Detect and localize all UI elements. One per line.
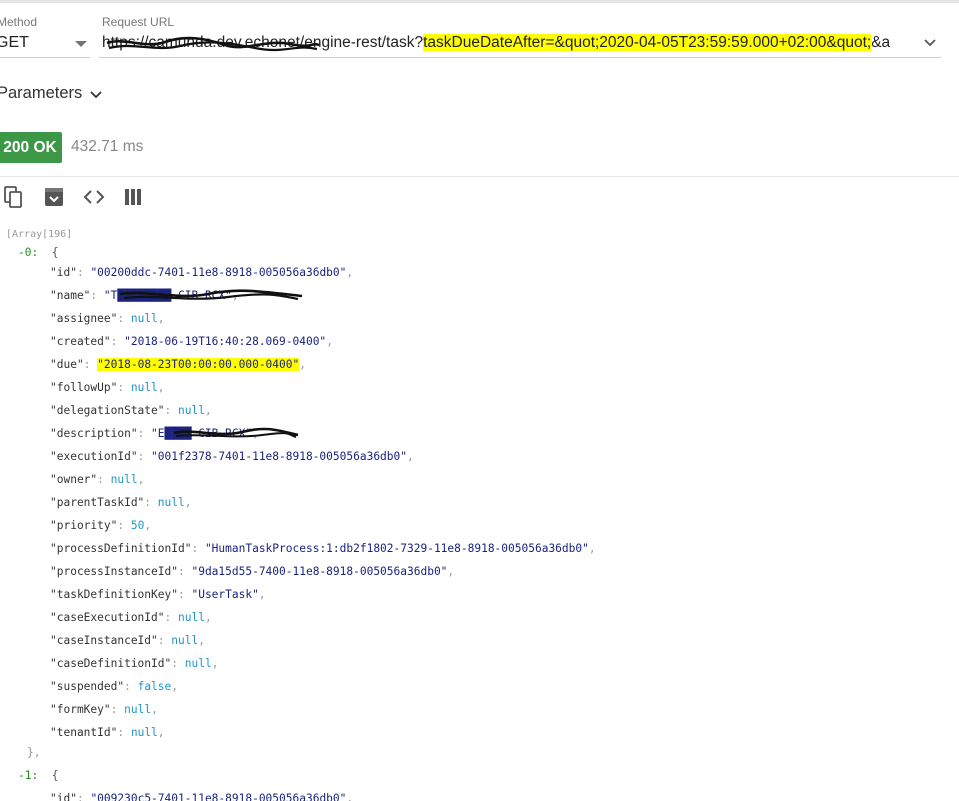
method-select[interactable]: GET	[0, 30, 90, 58]
json-value: "E████ CIB RCX"	[151, 427, 253, 440]
json-value: null	[124, 703, 152, 716]
divider	[0, 176, 959, 177]
top-border	[0, 0, 959, 3]
columns-icon[interactable]	[122, 185, 146, 209]
json-key: "due"	[50, 358, 84, 371]
json-field: "tenantId": null,	[50, 726, 165, 739]
json-value: "UserTask"	[191, 588, 259, 601]
url-prefix: https://camunda.dev.echonet/engine-rest/…	[102, 34, 424, 51]
url-highlighted-query: taskDueDateAfter=&quot;2020-04-05T23:59:…	[423, 34, 872, 51]
json-value: null	[178, 404, 205, 417]
json-key: "suspended"	[50, 680, 125, 693]
json-field: "followUp": null,	[50, 381, 165, 394]
json-field: "delegationState": null,	[50, 404, 212, 417]
chevron-down-icon[interactable]	[88, 87, 104, 103]
json-field: "suspended": false,	[50, 680, 179, 693]
close-brace: },	[27, 746, 41, 759]
request-url-field[interactable]: https://camunda.dev.echonet/engine-rest/…	[99, 30, 941, 58]
json-field: "description": "E████ CIB RCX",	[50, 427, 259, 440]
json-field: "caseInstanceId": null,	[50, 634, 205, 647]
json-value: null	[184, 657, 212, 670]
json-field: "processInstanceId": "9da15d55-7400-11e8…	[50, 565, 455, 578]
json-key: "description"	[50, 427, 138, 440]
json-key: "delegationState"	[50, 404, 165, 417]
json-field: "due": "2018-08-23T00:00:00.000-0400",	[50, 358, 306, 371]
json-field: "caseExecutionId": null,	[50, 611, 212, 624]
json-field: "executionId": "001f2378-7401-11e8-8918-…	[50, 450, 414, 463]
json-value: "9da15d55-7400-11e8-8918-005056a36db0"	[191, 565, 448, 578]
json-field: "caseDefinitionId": null,	[50, 657, 219, 670]
json-value: null	[130, 381, 158, 394]
json-key: "tenantId"	[50, 726, 118, 739]
json-key: "parentTaskId"	[50, 496, 145, 509]
json-value: "2018-06-19T16:40:28.069-0400"	[124, 335, 327, 348]
json-value: null	[110, 473, 138, 486]
json-key: "taskDefinitionKey"	[50, 588, 178, 601]
json-value: null	[178, 611, 205, 624]
json-key: "created"	[50, 335, 111, 348]
url-suffix: &a	[871, 34, 891, 51]
json-field: "owner": null,	[50, 473, 145, 486]
method-value: GET	[0, 34, 29, 51]
code-icon[interactable]	[82, 185, 106, 209]
json-value: "HumanTaskProcess:1:db2f1802-7329-11e8-8…	[204, 542, 589, 555]
json-value: null	[157, 496, 185, 509]
array-item-index[interactable]: -0: {	[18, 244, 58, 262]
json-key: "followUp"	[50, 381, 118, 394]
array-item-index[interactable]: -1: {	[18, 767, 58, 785]
json-field: "parentTaskId": null,	[50, 496, 192, 509]
json-value-highlighted: "2018-08-23T00:00:00.000-0400"	[97, 358, 300, 371]
json-key: "id"	[50, 266, 77, 279]
json-value: null	[130, 726, 158, 739]
json-value: false	[137, 680, 172, 693]
json-value: "00200ddc-7401-11e8-8918-005056a36db0"	[90, 266, 347, 279]
status-badge: 200 OK	[0, 132, 62, 163]
json-value: null	[171, 634, 199, 647]
json-key: "assignee"	[50, 312, 118, 325]
json-key: "owner"	[50, 473, 98, 486]
json-field: "formKey": null,	[50, 703, 158, 716]
json-key: "caseInstanceId"	[50, 634, 158, 647]
method-label: Method	[0, 15, 38, 29]
json-key: "executionId"	[50, 450, 138, 463]
json-field: "assignee": null,	[50, 312, 165, 325]
request-url-text[interactable]: https://camunda.dev.echonet/engine-rest/…	[102, 34, 914, 56]
json-key: "processInstanceId"	[50, 565, 178, 578]
json-value: "T████████ CIB RCX"	[103, 289, 232, 302]
json-value: null	[130, 312, 158, 325]
json-value: 50	[130, 519, 145, 532]
json-field: "priority": 50,	[50, 519, 152, 532]
parameters-toggle[interactable]: Parameters	[0, 84, 82, 106]
json-field: "name": "T████████ CIB RCX",	[50, 289, 239, 302]
json-field: "created": "2018-06-19T16:40:28.069-0400…	[50, 335, 333, 348]
response-time: 432.71 ms	[71, 138, 144, 155]
json-field: "id": "009230c5-7401-11e8-8918-005056a36…	[50, 792, 354, 801]
json-key: "caseDefinitionId"	[50, 657, 172, 670]
json-key: "priority"	[50, 519, 118, 532]
json-key: "name"	[50, 289, 91, 302]
download-icon[interactable]	[42, 185, 66, 209]
json-value: "001f2378-7401-11e8-8918-005056a36db0"	[151, 450, 407, 463]
json-field: "processDefinitionId": "HumanTaskProcess…	[50, 542, 596, 555]
json-key: "caseExecutionId"	[50, 611, 165, 624]
json-field: "taskDefinitionKey": "UserTask",	[50, 588, 266, 601]
url-label: Request URL	[102, 15, 175, 29]
json-key: "formKey"	[50, 703, 111, 716]
json-key: "processDefinitionId"	[50, 542, 192, 555]
json-field: "id": "00200ddc-7401-11e8-8918-005056a36…	[50, 266, 354, 279]
dropdown-arrow-icon	[75, 41, 87, 47]
array-label: [Array[196]	[6, 229, 73, 240]
chevron-down-icon[interactable]	[923, 36, 937, 50]
copy-icon[interactable]	[2, 185, 26, 209]
